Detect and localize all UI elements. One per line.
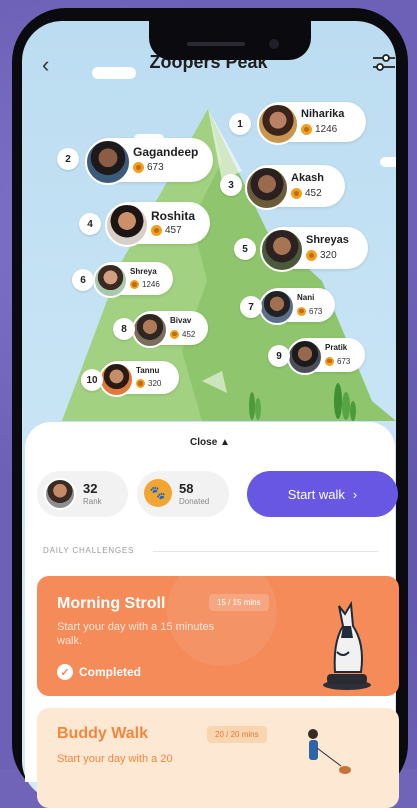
rank-badge: 5: [234, 238, 256, 260]
check-circle-icon: ✓: [57, 664, 73, 680]
challenge-progress-badge: 15 / 15 mins: [209, 594, 269, 611]
player-name: Shreyas: [306, 233, 349, 246]
start-walk-button[interactable]: Start walk ›: [247, 471, 398, 517]
points-value: 452: [305, 188, 322, 200]
player-points: 1246: [301, 124, 337, 135]
points-value: 673: [147, 162, 164, 174]
player-name: Pratik: [325, 343, 348, 353]
coin-icon: [136, 379, 145, 389]
rank-value: 32: [83, 481, 98, 496]
challenge-desc: Start your day with a 15 minutes walk.: [57, 621, 215, 647]
challenge-progress-badge: 20 / 20 mins: [207, 726, 267, 743]
player-name: Akash: [291, 171, 325, 184]
rank-badge: 7: [240, 296, 262, 318]
coin-icon: [306, 250, 317, 262]
points-value: 1246: [142, 280, 160, 290]
avatar: [132, 312, 168, 348]
start-walk-label: Start walk: [287, 486, 345, 502]
coin-icon: [291, 188, 302, 200]
avatar: [260, 228, 304, 272]
points-value: 320: [148, 379, 162, 389]
player-points: 1246: [130, 280, 160, 290]
speaker: [187, 42, 245, 46]
coin-icon: [325, 356, 334, 366]
donated-stat: 🐾 58 Donated: [137, 471, 229, 517]
player-points: 673: [133, 162, 164, 174]
phone-notch: [149, 16, 311, 60]
bottom-sheet: Close ▲ 32 Rank 🐾 58 Donated Start walk …: [25, 422, 399, 808]
avatar: [105, 203, 149, 247]
rank-label: Rank: [83, 497, 102, 506]
status-label: Completed: [79, 665, 142, 679]
sliders-icon: [373, 54, 395, 71]
player-points: 320: [306, 250, 337, 262]
points-value: 673: [337, 356, 351, 366]
rank-badge: 4: [79, 213, 101, 235]
avatar: [287, 339, 323, 375]
challenge-desc: Start your day with a 20: [57, 753, 173, 765]
avatar: [44, 478, 76, 510]
coin-icon: [133, 162, 144, 174]
coin-icon: [170, 329, 179, 339]
player-name: Nani: [297, 293, 315, 303]
challenge-card-buddy-walk[interactable]: Buddy Walk 20 / 20 mins Start your day w…: [37, 708, 399, 808]
points-value: 452: [182, 329, 196, 339]
player-points: 320: [136, 379, 162, 389]
cloud: [380, 157, 396, 167]
chevron-right-icon: ›: [352, 486, 358, 502]
avatar: [93, 263, 128, 298]
avatar: [259, 289, 295, 325]
rank-badge: 8: [113, 318, 135, 340]
avatar: [85, 139, 131, 185]
points-value: 320: [320, 250, 337, 262]
avatar: [257, 103, 299, 145]
coin-icon: [130, 280, 139, 290]
rank-badge: 6: [72, 269, 94, 291]
points-value: 1246: [315, 124, 338, 135]
rank-badge: 9: [268, 345, 290, 367]
close-sheet-button[interactable]: Close ▲: [25, 437, 395, 448]
coin-icon: [297, 306, 306, 316]
rank-badge: 3: [220, 174, 242, 196]
divider: [153, 551, 378, 552]
close-label: Close: [190, 437, 218, 448]
coin-icon: [151, 225, 162, 237]
player-points: 673: [297, 306, 323, 316]
section-title: DAILY CHALLENGES: [43, 546, 135, 555]
coin-icon: [301, 124, 312, 135]
player-name: Roshita: [151, 208, 196, 223]
rank-badge: 10: [81, 369, 103, 391]
dog-illustration: [323, 600, 371, 690]
filter-button[interactable]: [372, 54, 396, 72]
rank-badge: 2: [57, 148, 79, 170]
donated-value: 58: [179, 481, 194, 496]
avatar: [245, 166, 289, 210]
points-value: 673: [309, 306, 323, 316]
caret-up-icon: ▲: [220, 437, 230, 448]
walker-illustration: [308, 729, 351, 774]
points-value: 457: [165, 225, 182, 237]
rank-stat: 32 Rank: [37, 471, 128, 517]
player-name: Bivav: [170, 316, 192, 326]
player-points: 452: [170, 329, 196, 339]
avatar: [99, 362, 134, 397]
player-points: 452: [291, 188, 322, 200]
player-name: Tannu: [136, 366, 160, 376]
player-points: 457: [151, 225, 182, 237]
player-name: Shreya: [130, 267, 157, 277]
challenge-title: Morning Stroll: [57, 595, 166, 612]
challenge-card-morning-stroll[interactable]: Morning Stroll 15 / 15 mins Start your d…: [37, 576, 399, 696]
player-points: 673: [325, 356, 351, 366]
completed-status: ✓ Completed: [57, 664, 141, 680]
rank-badge: 1: [229, 113, 251, 135]
player-name: Gagandeep: [133, 145, 199, 160]
paw-icon: 🐾: [144, 479, 172, 507]
camera: [269, 39, 279, 49]
donated-label: Donated: [179, 497, 210, 506]
challenge-title: Buddy Walk: [57, 725, 148, 742]
player-name: Niharika: [301, 108, 345, 121]
